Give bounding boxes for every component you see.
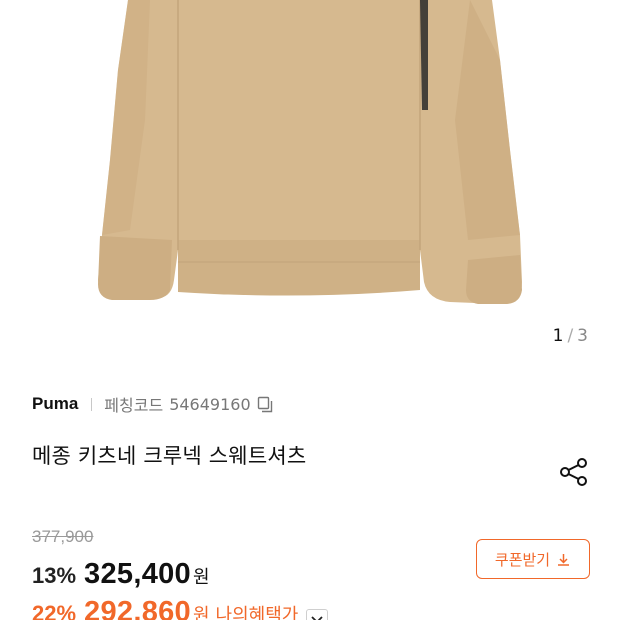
image-counter-total: 3	[577, 326, 588, 346]
original-price: 377,900	[32, 527, 94, 546]
code-label: 페칭코드	[104, 396, 164, 415]
best-price: 292,860	[84, 596, 191, 620]
coupon-button[interactable]: 쿠폰받기	[476, 539, 590, 579]
left-cuff	[98, 236, 172, 300]
sweatshirt-hem	[178, 240, 420, 296]
chevron-down-icon	[311, 616, 323, 620]
best-price-label: 나의혜택가	[215, 605, 299, 620]
download-icon	[556, 552, 571, 567]
sweatshirt-illustration	[98, 0, 522, 304]
price-row: 13% 325,400 원	[32, 558, 210, 591]
image-counter-separator: /	[567, 326, 574, 346]
image-counter: 1/3	[553, 326, 588, 346]
product-title: 메종 키츠네 크루넥 스웨트셔츠	[32, 444, 307, 468]
best-currency-label: 원	[192, 605, 210, 620]
code-number: 54649160	[169, 394, 251, 414]
right-cuff	[466, 255, 522, 304]
sale-price: 325,400	[84, 558, 191, 590]
best-price-toggle[interactable]	[306, 609, 329, 620]
brand-name[interactable]: Puma	[32, 394, 78, 414]
copy-icon[interactable]	[257, 396, 274, 413]
discount-rate: 13%	[32, 563, 77, 588]
currency-label: 원	[192, 567, 210, 588]
divider	[91, 397, 93, 411]
best-price-row: 22% 292,860 원 나의혜택가	[32, 596, 329, 620]
image-counter-current: 1	[552, 326, 564, 346]
product-image[interactable]	[0, 0, 620, 360]
best-discount-rate: 22%	[32, 601, 77, 620]
share-icon[interactable]	[558, 456, 590, 488]
brand-row: Puma 페칭코드 54649160	[32, 392, 274, 416]
coupon-button-label: 쿠폰받기	[494, 550, 551, 569]
